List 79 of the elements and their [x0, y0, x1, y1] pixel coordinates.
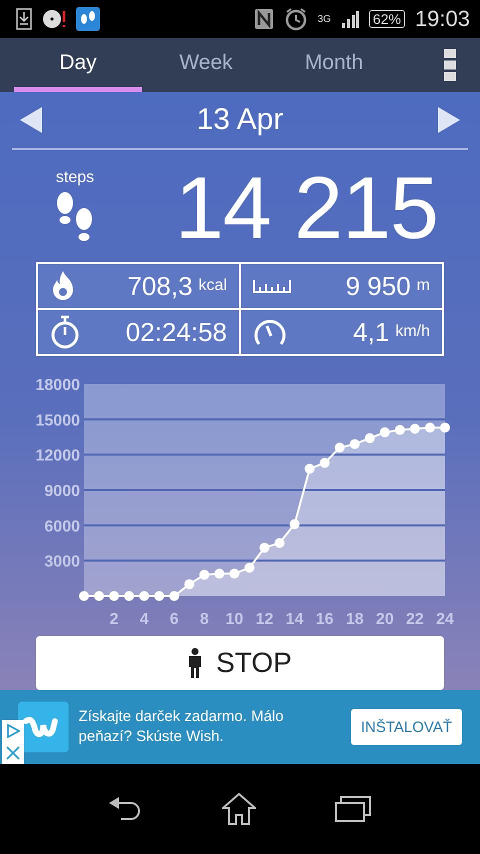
home-icon[interactable]: [222, 793, 256, 825]
stat-unit: kcal: [198, 277, 227, 295]
data-point: [169, 591, 180, 601]
data-point: [424, 422, 435, 433]
data-point: [334, 442, 345, 453]
battery-level: 62%: [368, 10, 405, 28]
x-tick-label: 6: [170, 611, 179, 628]
y-tick-label: 6000: [44, 518, 80, 536]
data-point: [350, 439, 360, 450]
data-point: [364, 433, 375, 444]
data-point: [304, 464, 315, 474]
stop-button[interactable]: STOP: [36, 636, 444, 690]
x-tick-label: 14: [286, 611, 304, 628]
overflow-menu-icon[interactable]: [444, 49, 456, 81]
next-day-icon[interactable]: [438, 107, 460, 133]
clock-time: 19:03: [414, 6, 470, 32]
data-point: [410, 424, 420, 434]
data-point: [109, 591, 120, 601]
alarm-clock-icon: [284, 7, 308, 31]
data-point: [260, 542, 270, 553]
steps-label: steps: [56, 169, 94, 187]
step-count: 14 215: [174, 157, 438, 259]
data-point: [229, 568, 240, 579]
date-label: 13 Apr: [196, 103, 284, 137]
person-icon: [188, 648, 202, 678]
stat-value: 02:24:58: [126, 316, 227, 348]
period-tab[interactable]: Month: [270, 38, 398, 92]
stat-value: 4,1: [353, 316, 390, 348]
y-tick-label: 18000: [36, 377, 80, 394]
data-point: [244, 562, 254, 573]
y-tick-label: 15000: [36, 412, 80, 430]
nfc-icon: [254, 8, 274, 30]
x-tick-label: 2: [110, 611, 119, 628]
stopwatch-icon: [50, 315, 80, 349]
data-point: [139, 591, 150, 601]
y-tick-label: 3000: [44, 554, 80, 571]
y-tick-label: 9000: [44, 483, 80, 500]
y-tick-label: 12000: [36, 448, 80, 465]
stat-unit: km/h: [395, 323, 430, 341]
data-point: [79, 591, 89, 601]
close-icon[interactable]: [6, 746, 20, 760]
x-tick-label: 24: [436, 611, 454, 628]
network-type: 3G: [318, 14, 331, 24]
x-tick-label: 22: [406, 611, 424, 628]
x-tick-label: 18: [346, 611, 364, 628]
period-tab[interactable]: Week: [142, 38, 270, 92]
x-tick-label: 4: [140, 611, 149, 628]
install-button[interactable]: INŠTALOVAŤ: [350, 709, 462, 745]
data-point: [290, 519, 300, 530]
data-point: [94, 591, 104, 601]
data-point: [154, 591, 164, 601]
ruler-icon: [253, 279, 291, 293]
x-tick-label: 10: [226, 611, 244, 628]
x-tick-label: 12: [256, 611, 274, 628]
data-point: [184, 579, 194, 590]
ad-choices-icon[interactable]: [6, 724, 20, 738]
ad-text: Získajte darček zadarmo. Málo peňazí? Skúste Wish.: [78, 706, 285, 747]
x-tick-label: 16: [316, 611, 334, 628]
data-point: [440, 422, 450, 433]
data-point: [124, 591, 134, 601]
data-point: [380, 427, 390, 438]
data-point: [320, 458, 330, 468]
speedometer-icon: [253, 317, 287, 347]
stat-value: 9 950: [346, 270, 411, 302]
data-point: [199, 570, 210, 580]
disc-warning-icon: [42, 8, 66, 30]
previous-day-icon[interactable]: [20, 107, 42, 133]
data-point: [394, 424, 405, 435]
recent-apps-icon[interactable]: [334, 796, 371, 822]
footsteps-app-icon: [76, 7, 100, 31]
download-icon: [16, 8, 32, 30]
stat-value: 708,3: [127, 270, 193, 302]
data-point: [214, 568, 224, 579]
data-point: [274, 538, 285, 548]
flame-icon: [50, 270, 76, 302]
stat-unit: m: [416, 277, 430, 295]
x-tick-label: 8: [200, 611, 209, 628]
x-tick-label: 20: [376, 611, 394, 628]
signal-icon: [340, 10, 359, 28]
